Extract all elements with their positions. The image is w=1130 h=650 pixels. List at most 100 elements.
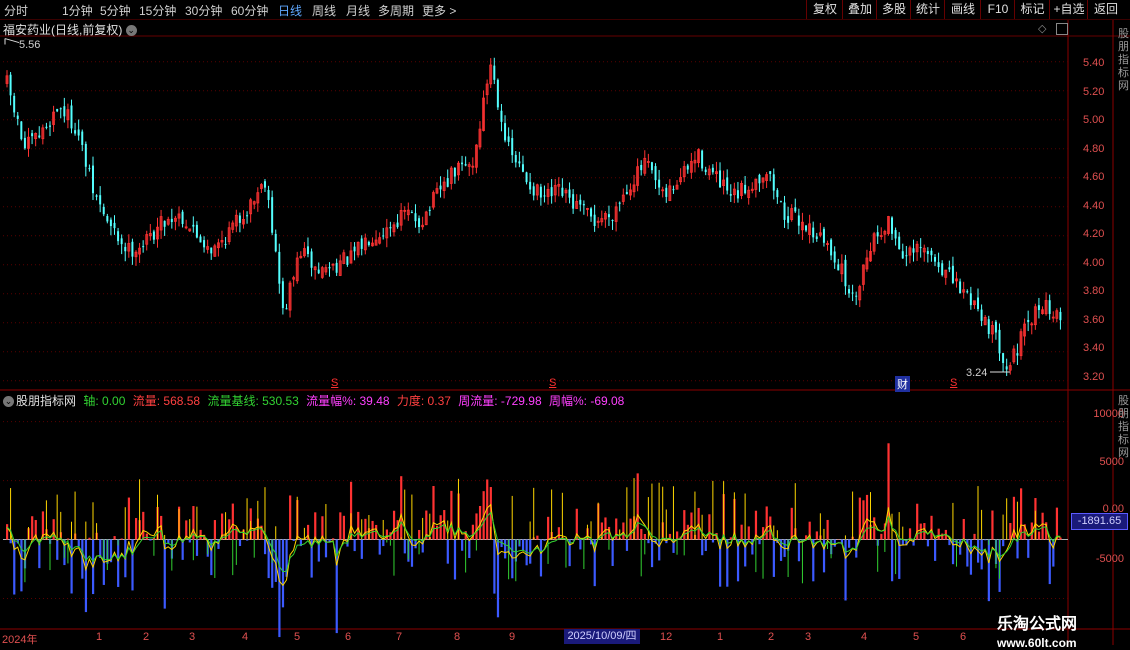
candle-body <box>830 239 833 256</box>
candle-body <box>102 206 105 215</box>
indicator-bar <box>6 524 9 540</box>
date-tick: 2 <box>768 631 775 643</box>
indicator-bar <box>134 518 138 540</box>
candle-body <box>181 211 184 224</box>
candle-body <box>346 256 349 265</box>
candle-body <box>744 184 747 194</box>
week-flow-value: 周流量: -729.98 <box>458 394 542 408</box>
candle-body <box>414 213 417 222</box>
candle-body <box>912 248 915 253</box>
indicator-bar <box>339 512 342 540</box>
indicator-name[interactable]: 股朋指标网 <box>16 394 76 408</box>
candle-body <box>948 267 951 270</box>
candle-body <box>192 224 195 227</box>
price-tick: 3.20 <box>1083 371 1105 383</box>
candle-body <box>525 172 528 183</box>
indicator-bar <box>611 539 614 566</box>
indicator-bar <box>117 539 120 587</box>
indicator-bar <box>56 539 59 560</box>
candle-body <box>120 238 123 245</box>
indicator-bar <box>625 539 629 551</box>
diamond-icon[interactable]: ◇ <box>1038 22 1046 35</box>
indicator-bar <box>238 539 242 547</box>
chevron-down-icon[interactable]: ⌄ <box>125 25 137 37</box>
candle-body <box>461 162 464 165</box>
indicator-bar <box>873 517 876 540</box>
candle-body <box>74 130 77 134</box>
candle-body <box>410 212 413 214</box>
candle-body <box>625 192 628 195</box>
indicator-bar <box>453 539 457 580</box>
indicator-bar <box>926 539 930 547</box>
candle-body <box>550 187 553 197</box>
date-tick: 12 <box>660 631 673 643</box>
candle-body <box>328 267 331 269</box>
indicator-bar <box>758 539 761 545</box>
candle-body <box>934 257 937 262</box>
current-value-box: -1891.65 <box>1071 513 1128 530</box>
candle-body <box>77 129 80 136</box>
candle-body <box>117 231 120 242</box>
candle-body <box>1002 353 1005 363</box>
candle-body <box>267 189 270 201</box>
candle-body <box>45 126 48 128</box>
chevron-down-icon[interactable]: ⌄ <box>3 396 14 408</box>
indicator-bar <box>604 517 607 540</box>
candle-body <box>776 190 779 198</box>
indicator-bar <box>636 473 639 540</box>
indicator-bar <box>629 518 632 540</box>
indicator-bar <box>1052 539 1055 567</box>
candle-body <box>758 174 761 184</box>
side-panel-text: 股朋指标网 <box>1118 28 1129 92</box>
date-tick: 1 <box>717 631 724 643</box>
candle-body <box>453 168 456 177</box>
price-tick: 4.20 <box>1083 228 1105 240</box>
indicator-bar <box>887 443 890 540</box>
indicator-bar <box>468 539 471 559</box>
s-mark[interactable]: S <box>331 377 338 389</box>
indicator-legend: ⌄ 股朋指标网 轴: 0.00 流量: 568.58 流量基线: 530.53 流… <box>3 392 628 409</box>
candle-body <box>81 131 84 145</box>
indicator-bar <box>1041 512 1044 540</box>
s-mark[interactable]: S <box>950 377 957 389</box>
candle-body <box>891 217 894 234</box>
candle-body <box>99 195 102 205</box>
candle-body <box>719 170 722 188</box>
flow-pct-value: 流量幅%: 39.48 <box>306 394 390 408</box>
candle-body <box>1037 305 1040 311</box>
finance-mark[interactable]: 财 <box>895 376 910 392</box>
date-tick: 1 <box>96 631 103 643</box>
candle-body <box>959 281 962 294</box>
low-price-label: 3.24 <box>966 367 988 379</box>
indicator-bar <box>891 539 894 582</box>
indicator-bar <box>740 524 743 540</box>
chart-canvas[interactable] <box>0 0 1130 650</box>
candle-body <box>543 195 546 197</box>
indicator-bar <box>790 507 793 540</box>
candle-body <box>124 246 127 252</box>
high-marker-arrow <box>4 38 20 44</box>
candle-body <box>496 79 499 108</box>
indicator-bar <box>934 539 937 561</box>
force-value: 力度: 0.37 <box>396 394 451 408</box>
candle-body <box>203 240 206 248</box>
indicator-bar <box>142 511 145 540</box>
indicator-bar <box>539 539 543 577</box>
candle-body <box>1059 311 1062 321</box>
indicator-bar <box>704 539 707 551</box>
candle-body <box>170 218 173 223</box>
indicator-bar <box>493 539 496 594</box>
panel-toggle-icon[interactable] <box>1056 23 1068 35</box>
indicator-bar <box>446 539 449 564</box>
candle-body <box>131 241 134 257</box>
date-tick: 5 <box>913 631 920 643</box>
indicator-bar <box>991 510 994 540</box>
indicator-bar <box>729 537 732 540</box>
s-mark[interactable]: S <box>549 377 556 389</box>
indicator-bar <box>536 535 539 540</box>
indicator-bar <box>289 495 292 540</box>
candle-body <box>263 181 266 188</box>
indicator-bar <box>88 537 91 540</box>
candle-body <box>987 319 990 334</box>
candle-body <box>704 169 707 173</box>
